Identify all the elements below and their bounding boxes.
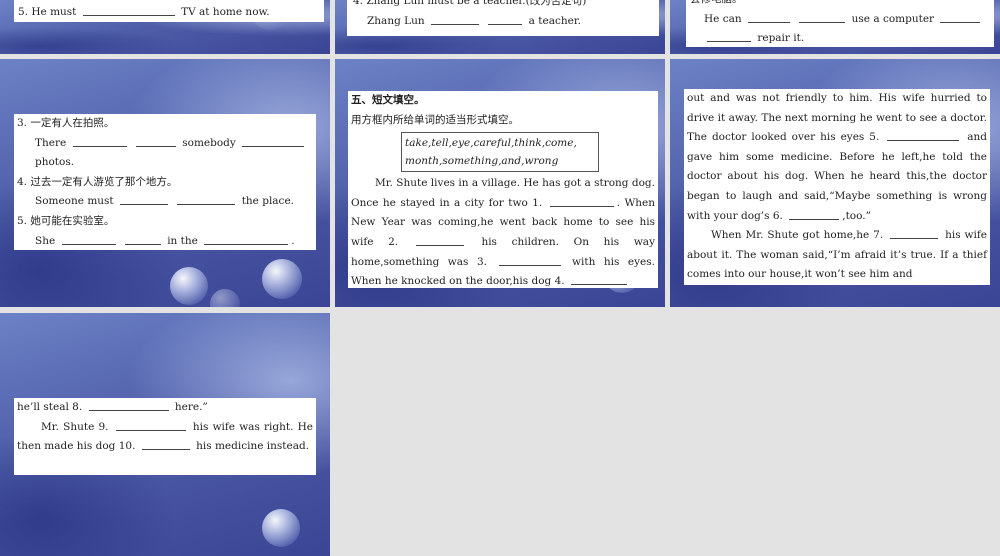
question-4-subject: Zhang Lun bbox=[367, 14, 425, 27]
slide-4-card: 3. 一定有人在拍照。 There somebody photos. 4. 过去… bbox=[14, 114, 316, 250]
answer-blank-8[interactable] bbox=[88, 398, 169, 411]
slide-5-card: 五、短文填空。 用方框内所给单词的适当形式填空。 take,tell,eye,c… bbox=[348, 91, 658, 288]
passage-text: he’ll steal 8. bbox=[17, 401, 83, 413]
passage-text: here.” bbox=[174, 401, 208, 413]
answer-blank[interactable] bbox=[747, 10, 790, 23]
question-5-end: TV at home now. bbox=[181, 6, 270, 18]
answer-blank[interactable] bbox=[124, 232, 161, 245]
question-4-end: a teacher. bbox=[528, 14, 582, 27]
answer-blank-7[interactable] bbox=[890, 226, 939, 240]
passage-text: Mr. Shute 9. bbox=[41, 420, 109, 433]
word-box-line: take,tell,eye,careful,think,come, bbox=[405, 137, 577, 150]
slide-3-card: 会修电脑。 He can use a computer repair it. bbox=[686, 0, 994, 47]
slide-2-card: 4. Zhang Lun must be a teacher.(改为否定句) Z… bbox=[347, 0, 659, 36]
passage-text: When Mr. Shute got home,he 7. bbox=[711, 229, 884, 242]
answer-blank-6[interactable] bbox=[789, 207, 840, 220]
answer-blank[interactable] bbox=[177, 192, 236, 206]
slide-7-card: he’ll steal 8. here.” Mr. Shute 9. his w… bbox=[14, 398, 316, 475]
question-text: There bbox=[35, 136, 67, 149]
slide-5: 五、短文填空。 用方框内所给单词的适当形式填空。 take,tell,eye,c… bbox=[335, 59, 665, 307]
question-5-start: 5. He must bbox=[18, 6, 77, 18]
question-text: 会修电脑。 bbox=[690, 0, 990, 10]
question-text: Someone must bbox=[35, 195, 114, 208]
answer-blank[interactable] bbox=[72, 134, 127, 147]
slide-6-card: out and was not friendly to him. His wif… bbox=[684, 89, 990, 285]
section-heading: 五、短文填空。 bbox=[351, 94, 425, 106]
answer-blank[interactable] bbox=[488, 12, 523, 25]
answer-blank[interactable] bbox=[242, 134, 305, 147]
answer-blank-10[interactable] bbox=[141, 437, 190, 451]
question-text: somebody bbox=[182, 136, 236, 149]
question-5-prompt: 5. 她可能在实验室。 bbox=[17, 214, 115, 227]
answer-blank[interactable] bbox=[204, 232, 289, 245]
slide-3: 会修电脑。 He can use a computer repair it. bbox=[670, 0, 1000, 54]
answer-blank[interactable] bbox=[120, 192, 168, 206]
answer-blank[interactable] bbox=[82, 3, 175, 16]
decorative-orb bbox=[210, 289, 240, 307]
slide-4: 3. 一定有人在拍照。 There somebody photos. 4. 过去… bbox=[0, 59, 330, 307]
question-text: in the bbox=[167, 234, 198, 247]
question-4-prompt: 4. 过去一定有人游览了那个地方。 bbox=[17, 175, 178, 188]
slide-1: 5. He must TV at home now. bbox=[0, 0, 330, 54]
slide-1-card: 5. He must TV at home now. bbox=[14, 0, 324, 22]
answer-blank-2[interactable] bbox=[415, 233, 464, 246]
question-text: . bbox=[291, 234, 295, 247]
slide-7: he’ll steal 8. here.” Mr. Shute 9. his w… bbox=[0, 313, 330, 556]
answer-blank[interactable] bbox=[799, 10, 846, 23]
decorative-orb bbox=[262, 509, 300, 547]
question-3-prompt: 3. 一定有人在拍照。 bbox=[17, 117, 115, 129]
answer-blank[interactable] bbox=[707, 29, 751, 43]
question-text: the place. bbox=[241, 195, 294, 208]
decorative-orb bbox=[262, 259, 302, 299]
answer-blank[interactable] bbox=[940, 10, 981, 23]
answer-blank-1[interactable] bbox=[549, 194, 614, 207]
question-text: He can bbox=[704, 12, 742, 25]
slide-6: out and was not friendly to him. His wif… bbox=[670, 59, 1000, 307]
answer-blank-3[interactable] bbox=[498, 253, 561, 266]
answer-blank[interactable] bbox=[135, 134, 176, 147]
answer-blank[interactable] bbox=[430, 12, 479, 25]
decorative-orb bbox=[170, 267, 208, 305]
answer-blank-5[interactable] bbox=[887, 128, 960, 142]
answer-blank[interactable] bbox=[61, 232, 116, 245]
answer-blank-9[interactable] bbox=[115, 418, 186, 431]
word-box-line: month,something,and,wrong bbox=[405, 155, 559, 168]
passage-text: his medicine instead. bbox=[196, 440, 310, 453]
word-box: take,tell,eye,careful,think,come, month,… bbox=[401, 132, 599, 173]
question-text: She bbox=[35, 234, 56, 247]
question-4-prompt: 4. Zhang Lun must be a teacher.(改为否定句) bbox=[353, 0, 587, 7]
question-text: photos. bbox=[35, 156, 75, 169]
question-text: repair it. bbox=[757, 32, 805, 45]
question-text: use a computer bbox=[851, 12, 935, 25]
passage-text: ,too.” bbox=[842, 209, 871, 222]
slide-2: 4. Zhang Lun must be a teacher.(改为否定句) Z… bbox=[335, 0, 665, 54]
answer-blank-4[interactable] bbox=[570, 272, 627, 286]
instruction: 用方框内所给单词的适当形式填空。 bbox=[351, 113, 519, 126]
